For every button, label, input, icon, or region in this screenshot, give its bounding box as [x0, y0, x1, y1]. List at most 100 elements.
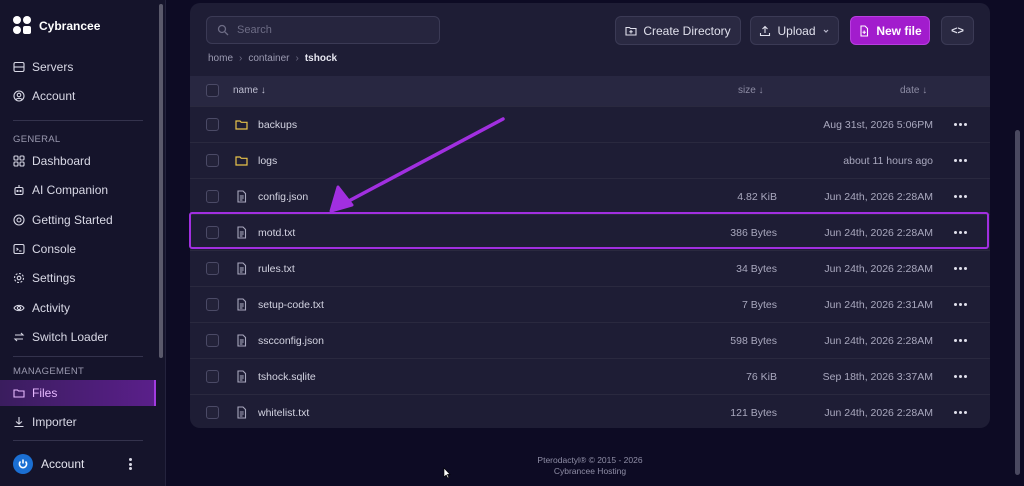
- folder-open-icon: [13, 389, 25, 398]
- row-actions-icon[interactable]: [954, 123, 967, 126]
- folder-icon: [235, 156, 248, 166]
- sidebar-item-console[interactable]: Console: [13, 239, 76, 259]
- brand[interactable]: Cybrancee: [13, 16, 100, 36]
- file-icon: [237, 262, 247, 275]
- file-icon: [237, 334, 247, 347]
- file-size: 4.82 KiB: [737, 191, 777, 203]
- table-row[interactable]: sscconfig.json 598 Bytes Jun 24th, 2026 2:…: [190, 322, 990, 358]
- file-icon: [237, 298, 247, 311]
- file-name[interactable]: config.json: [258, 191, 308, 203]
- row-actions-icon[interactable]: [954, 411, 967, 414]
- sidebar-item-label: Account: [32, 89, 76, 103]
- sidebar: Cybrancee Servers Account GENERAL Dashbo…: [0, 0, 166, 486]
- sidebar-item-activity[interactable]: Activity: [13, 298, 70, 318]
- row-checkbox[interactable]: [206, 118, 219, 131]
- sidebar-scrollbar[interactable]: [159, 4, 163, 358]
- file-name[interactable]: sscconfig.json: [258, 335, 324, 347]
- sidebar-item-getting-started[interactable]: Getting Started: [13, 210, 113, 230]
- sidebar-item-ai-companion[interactable]: AI Companion: [13, 180, 108, 200]
- column-header-size[interactable]: size ↓: [738, 85, 764, 96]
- row-actions-icon[interactable]: [954, 159, 967, 162]
- file-name[interactable]: setup-code.txt: [258, 299, 324, 311]
- table-row[interactable]: logs about 11 hours ago: [190, 142, 990, 178]
- folder-icon: [235, 120, 248, 130]
- create-directory-label: Create Directory: [643, 23, 731, 38]
- account-kebab-icon[interactable]: [128, 458, 132, 470]
- sidebar-divider: [13, 440, 143, 441]
- sidebar-item-label: AI Companion: [32, 183, 109, 197]
- sidebar-item-label: Importer: [32, 415, 77, 429]
- lifebuoy-icon: [13, 214, 25, 226]
- breadcrumb-item-home[interactable]: home: [208, 53, 233, 64]
- sidebar-item-settings[interactable]: Settings: [13, 268, 75, 288]
- upload-button[interactable]: Upload: [750, 16, 839, 45]
- sidebar-item-files[interactable]: Files: [0, 380, 156, 406]
- row-checkbox[interactable]: [206, 334, 219, 347]
- row-checkbox[interactable]: [206, 154, 219, 167]
- new-file-icon: [860, 24, 869, 37]
- row-actions-icon[interactable]: [954, 303, 967, 306]
- column-header-date[interactable]: date ↓: [900, 85, 927, 96]
- sidebar-item-label: Getting Started: [32, 213, 113, 227]
- mouse-cursor-icon: [443, 467, 451, 479]
- sidebar-item-dashboard[interactable]: Dashboard: [13, 151, 91, 171]
- sidebar-divider: [13, 120, 143, 121]
- sidebar-item-importer[interactable]: Importer: [13, 412, 77, 432]
- row-checkbox[interactable]: [206, 370, 219, 383]
- file-name[interactable]: whitelist.txt: [258, 407, 309, 419]
- row-checkbox[interactable]: [206, 298, 219, 311]
- server-icon: [13, 61, 25, 73]
- select-all-checkbox[interactable]: [206, 84, 219, 97]
- footer-copyright[interactable]: Pterodactyl® © 2015 - 2026: [490, 455, 690, 466]
- table-row[interactable]: backups Aug 31st, 2026 5:06PM: [190, 106, 990, 142]
- sidebar-divider: [13, 356, 143, 357]
- breadcrumb-item-current: tshock: [304, 53, 338, 64]
- annotation-highlight-box: [189, 212, 989, 249]
- download-icon: [14, 417, 24, 428]
- table-row[interactable]: setup-code.txt 7 Bytes Jun 24th, 2026 2:31…: [190, 286, 990, 322]
- robot-icon: [14, 185, 24, 196]
- sidebar-item-label: Activity: [32, 301, 71, 315]
- file-name[interactable]: rules.txt: [258, 263, 295, 275]
- breadcrumb-item-container[interactable]: container: [248, 53, 289, 64]
- row-actions-icon[interactable]: [954, 339, 967, 342]
- chevron-right-icon: ›: [295, 53, 299, 64]
- avatar: [13, 454, 33, 474]
- file-date: about 11 hours ago: [843, 155, 933, 167]
- brand-name: Cybrancee: [39, 19, 101, 33]
- row-checkbox[interactable]: [206, 262, 219, 275]
- code-view-button[interactable]: <>: [941, 16, 974, 45]
- row-actions-icon[interactable]: [954, 267, 967, 270]
- row-checkbox[interactable]: [206, 190, 219, 203]
- file-icon: [237, 190, 247, 203]
- row-actions-icon[interactable]: [954, 375, 967, 378]
- footer: Pterodactyl® © 2015 - 2026 Cybrancee Hos…: [490, 455, 690, 477]
- file-name[interactable]: logs: [258, 155, 277, 167]
- file-name[interactable]: backups: [258, 119, 297, 131]
- account-menu[interactable]: Account: [13, 454, 84, 474]
- file-date: Jun 24th, 2026 2:31AM: [824, 299, 933, 311]
- sidebar-item-servers[interactable]: Servers: [13, 57, 73, 77]
- file-icon: [237, 406, 247, 419]
- table-row[interactable]: whitelist.txt 121 Bytes Jun 24th, 2026 2:2…: [190, 394, 990, 428]
- row-checkbox[interactable]: [206, 406, 219, 419]
- section-title-general: GENERAL: [13, 134, 61, 145]
- table-row[interactable]: rules.txt 34 Bytes Jun 24th, 2026 2:28AM: [190, 250, 990, 286]
- chevron-right-icon: ›: [239, 53, 243, 64]
- brand-logo-icon: [13, 16, 33, 36]
- table-row[interactable]: tshock.sqlite 76 KiB Sep 18th, 2026 3:37AM: [190, 358, 990, 394]
- new-file-button[interactable]: New file: [850, 16, 930, 45]
- app-window: Cybrancee Servers Account GENERAL Dashbo…: [0, 0, 1024, 486]
- column-header-name[interactable]: name ↓: [233, 85, 266, 96]
- row-actions-icon[interactable]: [954, 195, 967, 198]
- sidebar-item-label: Servers: [32, 60, 74, 74]
- table-row[interactable]: config.json 4.82 KiB Jun 24th, 2026 2:28AM: [190, 178, 990, 214]
- create-directory-button[interactable]: Create Directory: [615, 16, 741, 45]
- sidebar-item-account[interactable]: Account: [13, 86, 75, 106]
- sidebar-item-label: Console: [32, 242, 77, 256]
- file-name[interactable]: tshock.sqlite: [258, 371, 316, 383]
- sidebar-item-switch-loader[interactable]: Switch Loader: [13, 327, 108, 347]
- file-date: Aug 31st, 2026 5:06PM: [823, 119, 933, 131]
- search-input[interactable]: Search: [206, 16, 440, 44]
- main-scrollbar[interactable]: [1015, 130, 1020, 475]
